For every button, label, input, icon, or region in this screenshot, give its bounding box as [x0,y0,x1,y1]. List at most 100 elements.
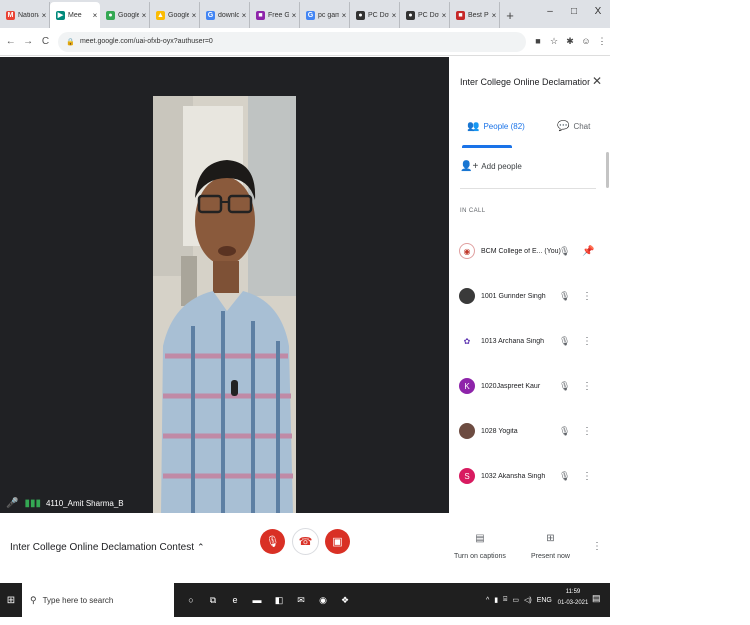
mail-icon[interactable]: ✉ [290,595,312,606]
leave-call-button[interactable]: ☎ [292,528,319,555]
present-button[interactable]: ⊞ Present now [531,533,570,560]
browser-tab[interactable]: ■Best PC× [450,2,500,28]
panel-scrollbar[interactable] [606,152,609,188]
more-vert-icon[interactable]: ⋮ [582,291,592,302]
app-icon[interactable]: ❖ [334,595,356,606]
close-tab-icon[interactable]: × [389,11,399,20]
more-vert-icon[interactable]: ⋮ [582,426,592,437]
present-icon: ⊞ [546,533,555,544]
video-stage: 🎤 ▮▮▮ 4110_Amit Sharma_B [0,57,449,514]
close-tab-icon[interactable]: × [339,11,349,20]
maximize-button[interactable]: □ [562,0,586,24]
bookmark-star-icon[interactable]: ☆ [546,36,562,47]
tray-chevron-icon[interactable]: ^ [486,597,489,604]
participant-name: 4110_Amit Sharma_B [45,499,124,508]
reload-icon[interactable]: C [39,36,52,47]
muted-mic-icon: 🎙 [559,245,571,256]
active-tab-indicator [462,145,512,148]
browser-tab[interactable]: ▶ Mee × [50,2,100,28]
pin-icon[interactable]: 📌 [582,246,594,257]
close-tab-icon[interactable]: × [189,11,199,20]
close-tab-icon[interactable]: × [239,11,249,20]
url-field[interactable]: 🔒 meet.google.com/uai-ofxb-oyx?authuser=… [58,31,526,52]
browser-tab[interactable]: ▲ Google × [150,2,200,28]
close-tab-icon[interactable]: × [39,11,49,20]
participant-row[interactable]: ◉ BCM College of E... (You) 🎙 📌 [449,231,610,271]
file-explorer-icon[interactable]: ▬ [246,595,268,605]
browser-tab[interactable]: Gdownlo × [200,2,250,28]
close-window-button[interactable]: X [586,0,610,24]
add-people-button[interactable]: 👤+ Add people [460,161,522,172]
cortana-icon[interactable]: ○ [180,595,202,605]
volume-icon[interactable]: ◁) [524,596,532,604]
chat-icon: 💬 [557,121,570,132]
browser-tab-title: Best PC [468,11,489,19]
tab-chat[interactable]: 💬 Chat [557,121,590,132]
system-tray: ^ ▮ ⌸ ▭ ◁) ENG [486,583,557,617]
close-tab-icon[interactable]: × [489,11,499,20]
windows-taskbar: ⊞ ⚲ Type here to search ○ ⧉ e ▬ ◧ ✉ ◉ ❖ … [0,583,610,617]
participant-video [153,96,296,514]
camera-in-use-icon[interactable]: ■ [530,36,546,47]
extensions-icon[interactable]: ✱ [562,36,578,47]
divider [460,188,596,189]
taskbar-search[interactable]: ⚲ Type here to search [22,583,174,617]
more-vert-icon[interactable]: ⋮ [582,336,592,347]
notification-center-icon[interactable]: ▤ [592,593,601,604]
more-vert-icon[interactable]: ⋮ [582,381,592,392]
meeting-details-button[interactable]: Inter College Online Declamation Contest… [10,542,205,553]
participant-row[interactable]: S 1032 Akansha Singh 🎙 ⋮ [449,456,610,496]
close-tab-icon[interactable]: × [439,11,449,20]
back-icon[interactable]: ← [4,36,17,47]
captions-button[interactable]: ▤ Turn on captions [454,533,506,560]
participant-row[interactable]: 1028 Yogita 🎙 ⋮ [449,411,610,451]
battery-icon[interactable]: ▭ [512,596,519,604]
minimize-button[interactable]: – [538,0,562,24]
participant-name: 1020Jaspreet Kaur [481,382,541,390]
network-icon[interactable]: ⌸ [503,596,507,604]
new-tab-button[interactable]: + [500,2,520,28]
participant-row[interactable]: 1001 Gurinder Singh 🎙 ⋮ [449,276,610,316]
windows-start-icon[interactable]: ⊞ [0,595,22,606]
task-view-icon[interactable]: ⧉ [202,595,224,606]
browser-tab-title: pc game [318,11,339,19]
language-indicator[interactable]: ENG [537,597,552,604]
panel-title: Inter College Online Declamation ... [460,77,590,87]
close-tab-icon[interactable]: × [289,11,299,20]
profile-avatar-icon[interactable]: ☺ [578,36,594,47]
photo-avatar-icon [459,288,475,304]
window-controls: – □ X [538,0,610,24]
avatar: S [459,468,475,484]
close-tab-icon[interactable]: × [90,11,100,20]
participant-row[interactable]: K 1020Jaspreet Kaur 🎙 ⋮ [449,366,610,406]
browser-tab[interactable]: MNational× [0,2,50,28]
participant-row[interactable]: ✿ 1013 Archana Singh 🎙 ⋮ [449,321,610,361]
flower-avatar-icon: ✿ [459,333,475,349]
forward-icon[interactable]: → [21,36,34,47]
browser-tab[interactable]: Gpc game× [300,2,350,28]
participant-name: 1028 Yogita [481,427,518,435]
more-options-button[interactable]: ⋮ [592,541,602,552]
search-icon: ⚲ [30,594,37,605]
chrome-icon[interactable]: ◉ [312,595,334,606]
captions-icon: ▤ [475,533,485,544]
close-tab-icon[interactable]: × [139,11,149,20]
people-panel: Inter College Online Declamation ... ✕ 👥… [449,57,610,513]
browser-menu-icon[interactable]: ⋮ [594,36,610,47]
more-vert-icon[interactable]: ⋮ [582,471,592,482]
close-panel-button[interactable]: ✕ [592,74,602,88]
browser-tab[interactable]: ●PC Dow× [400,2,450,28]
edge-icon[interactable]: e [224,595,246,605]
browser-tab[interactable]: ●PC Dow× [350,2,400,28]
toolbar-icons: ■ ☆ ✱ ☺ ⋮ [530,36,610,47]
chevron-up-icon: ⌃ [196,542,205,552]
camera-toggle-button[interactable]: ▣ [325,529,350,554]
mic-tray-icon[interactable]: ▮ [494,596,498,604]
taskbar-clock[interactable]: 11:59 01-03-2021 [556,587,590,609]
store-icon[interactable]: ◧ [268,595,290,606]
tab-people[interactable]: 👥 People (82) [467,121,525,132]
mic-toggle-button[interactable]: 🎙 [260,529,285,554]
browser-tab[interactable]: ■Free Ga× [250,2,300,28]
drive-icon: ▲ [156,10,165,20]
browser-tab[interactable]: ● Google × [100,2,150,28]
